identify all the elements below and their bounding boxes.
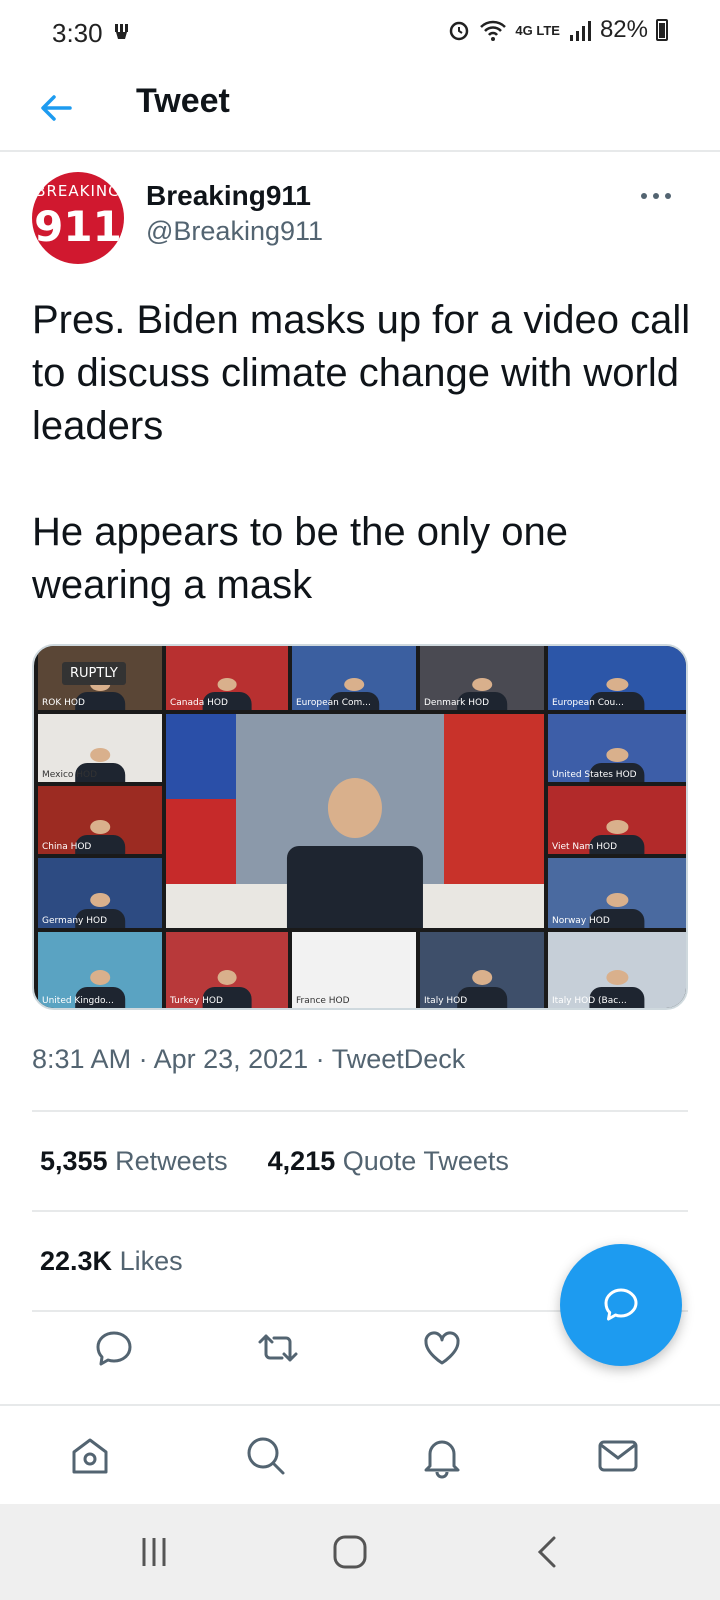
retweets-label: Retweets — [115, 1146, 228, 1176]
page-title: Tweet — [136, 82, 230, 120]
retweets-stat[interactable]: 5,355 Retweets — [40, 1146, 228, 1177]
notifications-bell-icon[interactable] — [418, 1432, 466, 1480]
divider — [32, 1110, 688, 1112]
signal-icon — [569, 21, 591, 41]
video-tile: Italy HOD — [420, 932, 544, 1008]
quotes-count: 4,215 — [267, 1146, 336, 1176]
alarm-icon — [450, 21, 469, 41]
author-name[interactable]: Breaking911 — [146, 180, 311, 212]
home-icon[interactable] — [66, 1432, 114, 1480]
messages-envelope-icon[interactable] — [594, 1432, 642, 1480]
divider — [32, 1210, 688, 1212]
tile-label: Italy HOD (Bac... — [552, 996, 627, 1006]
bottom-navigation — [0, 1404, 720, 1504]
home-system-icon[interactable] — [330, 1532, 370, 1572]
wifi-icon — [480, 20, 507, 41]
video-tile: Denmark HOD — [420, 646, 544, 710]
retweets-count: 5,355 — [40, 1146, 108, 1176]
video-tile: Mexico HOD — [38, 714, 162, 782]
video-tile: United Kingdo... — [38, 932, 162, 1008]
video-tile: Viet Nam HOD — [548, 786, 686, 854]
main-speaker-tile — [166, 714, 544, 928]
status-bar: 3:30 4G LTE 82% — [0, 0, 720, 64]
ruptly-watermark: RUPTLY — [62, 662, 126, 685]
back-system-icon[interactable] — [528, 1532, 568, 1572]
reply-icon[interactable] — [92, 1326, 136, 1370]
tile-label: Denmark HOD — [424, 698, 490, 708]
network-type: 4G LTE — [515, 22, 560, 38]
author-handle[interactable]: @Breaking911 — [146, 216, 323, 247]
likes-count: 22.3K — [40, 1246, 113, 1276]
battery-icon — [656, 19, 668, 41]
back-arrow-icon[interactable] — [34, 86, 78, 130]
tile-label: European Cou... — [552, 698, 624, 708]
top-header: Tweet — [0, 64, 720, 152]
video-tile: European Com... — [292, 646, 416, 710]
like-heart-icon[interactable] — [420, 1326, 464, 1370]
tile-label: Italy HOD — [424, 996, 468, 1006]
tile-label: Viet Nam HOD — [552, 842, 618, 852]
video-tile: Turkey HOD — [166, 932, 288, 1008]
tweet-media-image[interactable]: ROK HOD Canada HOD European Com... Denma… — [32, 644, 688, 1010]
likes-stat[interactable]: 22.3K Likes — [40, 1246, 183, 1277]
retweet-icon[interactable] — [256, 1326, 300, 1370]
avatar[interactable]: BREAKING 911 — [32, 172, 124, 264]
tweet-timestamp: 8:31 AM · Apr 23, 2021 · TweetDeck — [32, 1044, 466, 1074]
tweet-text: Pres. Biden masks up for a video call to… — [32, 298, 691, 607]
tile-label: Turkey HOD — [170, 996, 223, 1006]
video-tile: Germany HOD — [38, 858, 162, 928]
reply-bubble-icon — [604, 1288, 638, 1321]
tile-label: France HOD — [296, 996, 350, 1006]
more-options-icon[interactable] — [638, 186, 674, 206]
recent-apps-icon[interactable] — [134, 1532, 174, 1572]
tile-label: United Kingdo... — [42, 996, 114, 1006]
tile-label: ROK HOD — [42, 698, 85, 708]
battery-percent: 82% — [599, 16, 648, 43]
system-navigation-bar — [0, 1504, 720, 1600]
tile-label: Canada HOD — [170, 698, 228, 708]
likes-row: 22.3K Likes — [40, 1246, 183, 1277]
quote-tweets-stat[interactable]: 4,215 Quote Tweets — [268, 1146, 509, 1177]
video-tile: Norway HOD — [548, 858, 686, 928]
video-tile: United States HOD — [548, 714, 686, 782]
tile-label: Germany HOD — [42, 916, 108, 926]
status-time: 3:30 — [52, 18, 103, 48]
compose-reply-button[interactable] — [560, 1244, 682, 1366]
notification-icon — [115, 24, 128, 39]
likes-label: Likes — [119, 1246, 183, 1276]
stats-row: 5,355 Retweets 4,215 Quote Tweets — [40, 1146, 509, 1177]
video-tile: Italy HOD (Bac... — [548, 932, 686, 1008]
avatar-text-number: 911 — [34, 202, 122, 251]
avatar-text-top: BREAKING — [35, 182, 121, 200]
search-icon[interactable] — [242, 1432, 290, 1480]
status-icons: 4G LTE 82% — [447, 16, 668, 44]
quotes-label: Quote Tweets — [342, 1146, 509, 1176]
tile-label: European Com... — [296, 698, 371, 708]
video-tile: China HOD — [38, 786, 162, 854]
video-tile: European Cou... — [548, 646, 686, 710]
tile-label: China HOD — [42, 842, 92, 852]
video-tile: France HOD — [292, 932, 416, 1008]
video-tile: Canada HOD — [166, 646, 288, 710]
tile-label: Norway HOD — [552, 916, 610, 926]
tile-label: Mexico HOD — [42, 770, 98, 780]
tile-label: United States HOD — [552, 770, 637, 780]
